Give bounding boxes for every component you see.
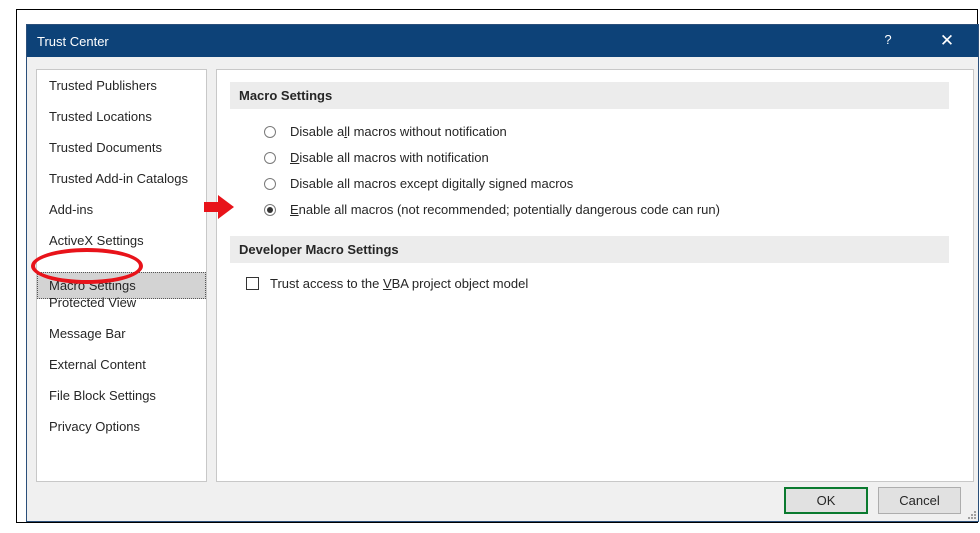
nav-item-privacy-options[interactable]: Privacy Options xyxy=(37,413,206,440)
title-bar: Trust Center ? ✕ xyxy=(27,25,978,57)
radio-disable-except-signed[interactable] xyxy=(264,178,276,190)
radio-disable-with-notification[interactable] xyxy=(264,152,276,164)
nav-item-trusted-documents[interactable]: Trusted Documents xyxy=(37,134,206,161)
nav-item-trusted-publishers[interactable]: Trusted Publishers xyxy=(37,72,206,99)
nav-item-message-bar[interactable]: Message Bar xyxy=(37,320,206,347)
nav-item-trusted-add-in-catalogs[interactable]: Trusted Add-in Catalogs xyxy=(37,165,206,192)
nav-item-file-block-settings[interactable]: File Block Settings xyxy=(37,382,206,409)
option-label: Enable all macros (not recommended; pote… xyxy=(290,202,720,217)
option-label: Disable all macros without notification xyxy=(290,124,507,139)
nav-item-trusted-locations[interactable]: Trusted Locations xyxy=(37,103,206,130)
option-label: Trust access to the VBA project object m… xyxy=(270,276,529,291)
nav-item-activex-settings[interactable]: ActiveX Settings xyxy=(37,227,206,254)
help-button[interactable]: ? xyxy=(880,32,896,50)
trust-center-dialog: Trust Center ? ✕ Trusted Publishers Trus… xyxy=(26,24,979,522)
dialog-title: Trust Center xyxy=(37,34,109,49)
ok-button[interactable]: OK xyxy=(784,487,868,514)
radio-enable-all-macros[interactable] xyxy=(264,204,276,216)
developer-macro-settings-header: Developer Macro Settings xyxy=(230,236,949,263)
nav-item-external-content[interactable]: External Content xyxy=(37,351,206,378)
settings-panel: Macro Settings Disable all macros withou… xyxy=(216,69,974,482)
radio-disable-without-notification[interactable] xyxy=(264,126,276,138)
nav-item-add-ins[interactable]: Add-ins xyxy=(37,196,206,223)
cancel-button[interactable]: Cancel xyxy=(878,487,961,514)
resize-grip-icon[interactable] xyxy=(968,511,976,519)
close-button[interactable]: ✕ xyxy=(935,29,959,53)
nav-item-protected-view[interactable]: Protected View xyxy=(37,289,206,316)
option-label: Disable all macros except digitally sign… xyxy=(290,176,574,191)
option-label: Disable all macros with notification xyxy=(290,150,489,165)
macro-settings-header: Macro Settings xyxy=(230,82,949,109)
red-arrow-icon xyxy=(204,195,234,219)
checkbox-trust-vba-access[interactable] xyxy=(246,277,259,290)
category-list: Trusted Publishers Trusted Locations Tru… xyxy=(36,69,207,482)
